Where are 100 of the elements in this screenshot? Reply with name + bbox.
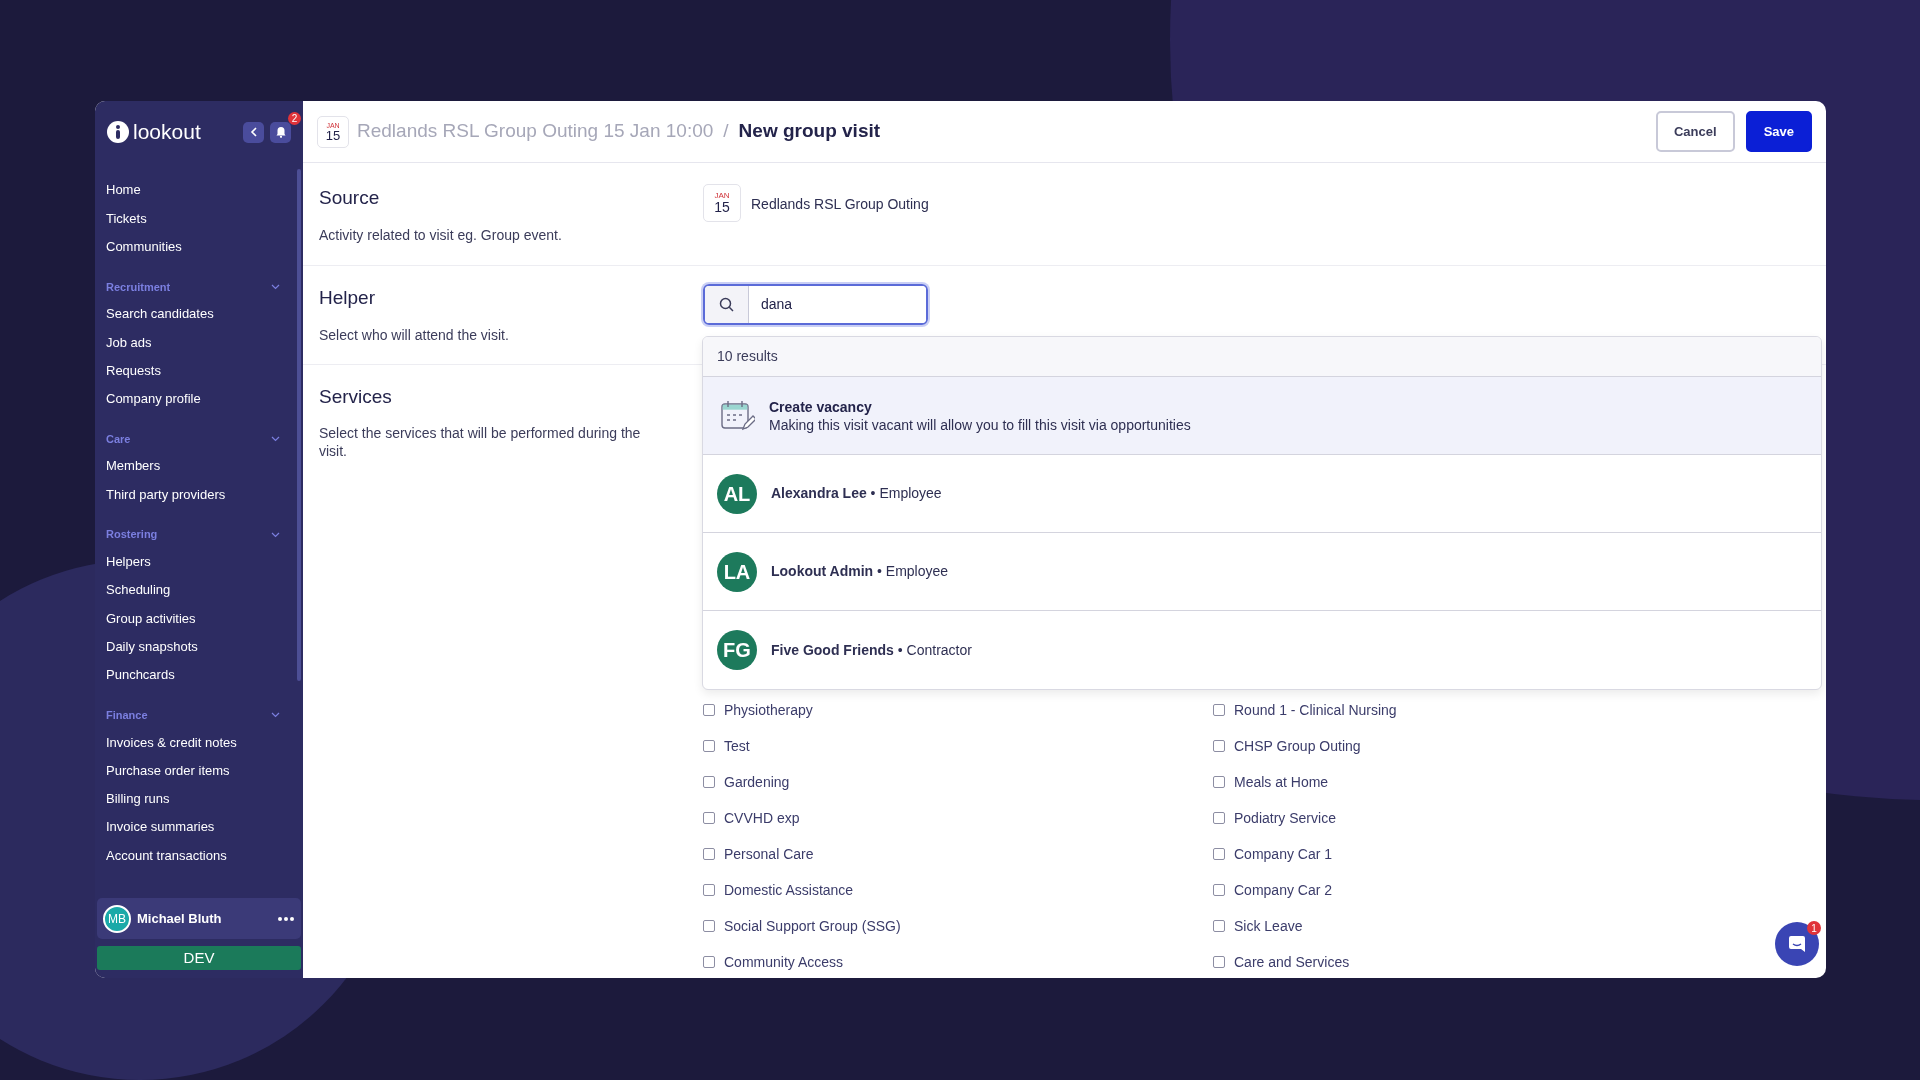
nav-item[interactable]: Group activities [106, 608, 196, 629]
checkbox-label: CVVHD exp [724, 808, 800, 828]
page-title: New group visit [738, 119, 881, 144]
nav-item[interactable]: Scheduling [106, 580, 171, 600]
nav-item[interactable]: Home [106, 180, 141, 200]
brand-name: lookout [133, 119, 201, 146]
section-description: Activity related to visit eg. Group event. [319, 225, 563, 245]
checkbox[interactable] [703, 704, 715, 716]
checkbox-label: Physiotherapy [724, 700, 813, 720]
checkbox[interactable] [1213, 956, 1225, 968]
activity-name: Redlands RSL Group Outing [751, 195, 929, 214]
nav-item[interactable]: Search candidates [106, 304, 214, 324]
date-month: JAN [714, 192, 730, 200]
checkbox-label: CHSP Group Outing [1234, 736, 1361, 756]
calendar-edit-icon [721, 399, 755, 432]
nav-item[interactable]: Members [106, 456, 161, 476]
user-name: Michael Bluth [137, 909, 222, 928]
result-label: Lookout Admin • Employee [771, 562, 949, 581]
cancel-button[interactable]: Cancel [1656, 111, 1735, 152]
results-count: 10 results [717, 347, 778, 366]
checkbox[interactable] [703, 812, 715, 824]
checkbox[interactable] [703, 884, 715, 896]
create-vacancy-option[interactable]: Create vacancy Making this visit vacant will allow you to fill this visit via opportunities [703, 377, 1821, 455]
nav-item[interactable]: Billing runs [106, 789, 170, 809]
checkbox[interactable] [703, 776, 715, 788]
option-description: Making this visit vacant will allow you to fill this visit via opportunities [769, 415, 1191, 434]
section-title: Services [319, 385, 393, 409]
environment-badge: DEV [97, 946, 301, 970]
nav-section-title[interactable]: Care [106, 430, 131, 448]
checkbox-label: Podiatry Service [1234, 808, 1336, 828]
checkbox[interactable] [703, 956, 715, 968]
checkbox[interactable] [1213, 704, 1225, 716]
nav-section-title[interactable]: Rostering [106, 526, 158, 543]
checkbox-label: Domestic Assistance [724, 880, 854, 900]
nav-item[interactable]: Punchcards [106, 665, 175, 685]
nav-item[interactable]: Company profile [106, 389, 201, 409]
section-title: Helper [319, 286, 376, 310]
result-option[interactable]: FG Five Good Friends • Contractor [703, 611, 1821, 689]
notification-badge: 2 [288, 111, 301, 125]
search-icon [719, 297, 734, 312]
checkbox[interactable] [1213, 884, 1225, 896]
search-field[interactable]: dana [703, 284, 928, 325]
checkbox[interactable] [1213, 920, 1225, 932]
nav-section-title[interactable]: Finance [106, 706, 148, 724]
nav-item[interactable]: Job ads [106, 332, 152, 353]
checkbox[interactable] [1213, 740, 1225, 752]
date-day: 15 [714, 200, 730, 214]
logo-icon [107, 121, 129, 143]
chevron-down-icon[interactable] [271, 531, 280, 538]
checkbox-label: Round 1 - Clinical Nursing [1234, 700, 1397, 720]
checkbox-label: Personal Care [724, 844, 814, 864]
checkbox-label: Sick Leave [1234, 916, 1303, 936]
nav-item[interactable]: Invoice summaries [106, 817, 215, 837]
chat-icon [1787, 934, 1807, 954]
checkbox[interactable] [703, 920, 715, 932]
checkbox-label: Care and Services [1234, 952, 1350, 972]
date-day: 15 [325, 128, 341, 142]
bell-icon [274, 126, 287, 138]
result-label: Alexandra Lee • Employee [771, 484, 942, 503]
nav-item[interactable]: Communities [106, 237, 182, 257]
nav-section-title[interactable]: Recruitment [106, 278, 171, 296]
result-option[interactable]: LA Lookout Admin • Employee [703, 533, 1821, 611]
notifications-button[interactable] [270, 121, 291, 143]
nav-item[interactable]: Account transactions [106, 845, 227, 866]
checkbox-label: Social Support Group (SSG) [724, 916, 901, 936]
checkbox-label: Company Car 2 [1234, 880, 1333, 900]
checkbox-label: Test [724, 736, 750, 756]
chat-button[interactable] [1775, 922, 1819, 966]
nav-item[interactable]: Helpers [106, 552, 151, 572]
save-button[interactable]: Save [1745, 111, 1812, 152]
nav-item[interactable]: Invoices & credit notes [106, 732, 237, 753]
section-description: Select the services that will be performed during the visit. [319, 423, 642, 460]
avatar: FG [717, 630, 757, 670]
chevron-left-icon [249, 127, 258, 137]
section-description: Select who will attend the visit. [319, 325, 510, 345]
result-option[interactable]: AL Alexandra Lee • Employee [703, 455, 1821, 533]
avatar: AL [717, 473, 757, 514]
nav-item[interactable]: Third party providers [106, 484, 226, 505]
checkbox[interactable] [703, 848, 715, 860]
checkbox-label: Meals at Home [1234, 772, 1329, 792]
chevron-down-icon[interactable] [271, 436, 280, 443]
checkbox-label: Community Access [724, 952, 844, 972]
chevron-down-icon[interactable] [271, 712, 280, 719]
user-avatar: MB [103, 904, 131, 933]
checkbox[interactable] [1213, 776, 1225, 788]
user-card[interactable]: MB Michael Bluth [97, 898, 301, 939]
collapse-button[interactable] [243, 121, 264, 143]
nav-item[interactable]: Requests [106, 360, 161, 381]
breadcrumb-separator: / [723, 119, 729, 144]
checkbox-label: Gardening [724, 772, 790, 792]
nav-item[interactable]: Tickets [106, 208, 147, 229]
more-icon[interactable] [277, 915, 295, 922]
checkbox[interactable] [703, 740, 715, 752]
checkbox[interactable] [1213, 848, 1225, 860]
nav-item[interactable]: Daily snapshots [106, 636, 198, 657]
nav-item[interactable]: Purchase order items [106, 760, 230, 781]
checkbox[interactable] [1213, 812, 1225, 824]
chevron-down-icon[interactable] [271, 283, 280, 290]
result-label: Five Good Friends • Contractor [771, 640, 972, 660]
option-title: Create vacancy [769, 397, 873, 416]
